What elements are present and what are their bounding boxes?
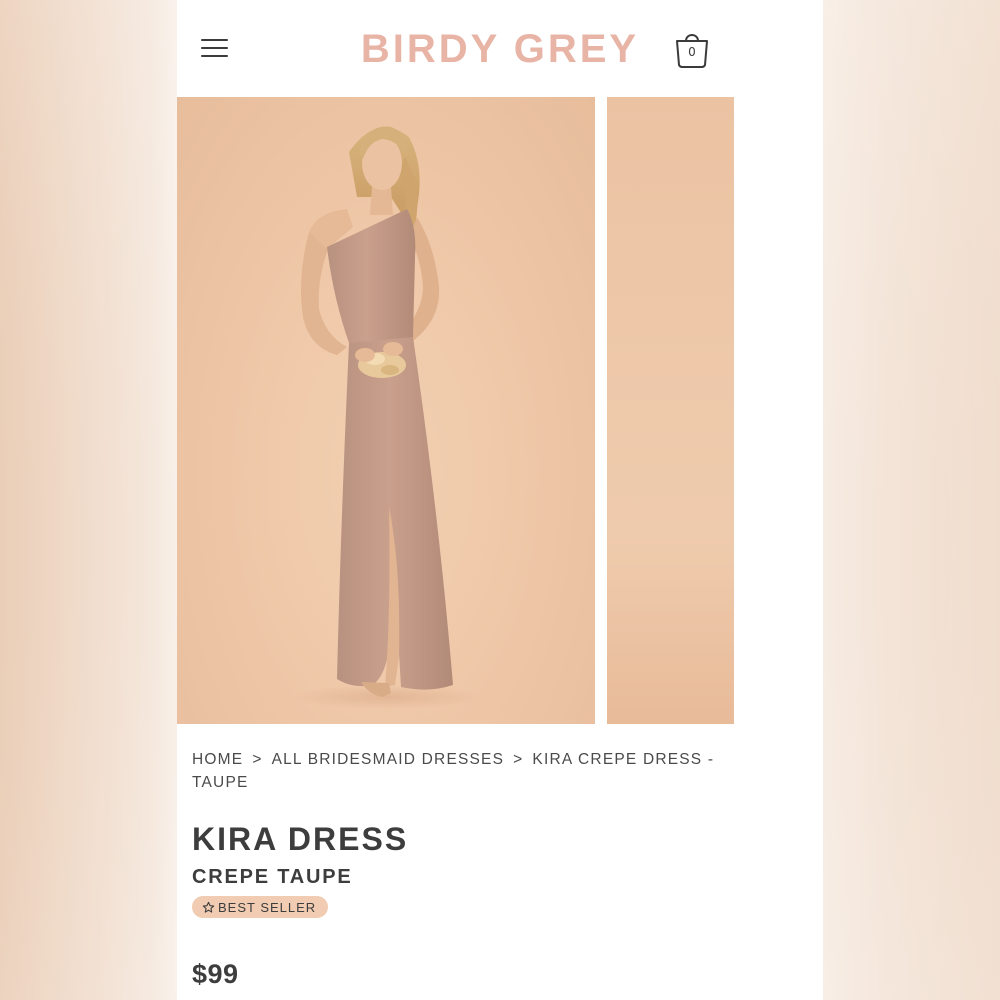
product-price: $99: [192, 959, 239, 989]
best-seller-badge: BEST SELLER: [192, 896, 329, 918]
breadcrumb-all-bridesmaid-dresses[interactable]: ALL BRIDESMAID DRESSES: [272, 751, 505, 768]
product-title: KIRA DRESS: [192, 821, 409, 857]
breadcrumb-separator: >: [513, 751, 524, 768]
star-outline-icon: [202, 901, 215, 914]
breadcrumb-separator: >: [252, 751, 263, 768]
model-photo-front: [292, 126, 482, 709]
site-header: BIRDY GREY 0: [177, 0, 823, 97]
product-photo-main[interactable]: [177, 97, 595, 724]
breadcrumb: HOME > ALL BRIDESMAID DRESSES > KIRA CREPE D…: [192, 748, 732, 794]
cart-button[interactable]: 0: [672, 28, 712, 70]
product-color-name: CREPE TAUPE: [192, 866, 353, 888]
brand-logo[interactable]: BIRDY GREY: [177, 25, 823, 73]
cart-count: 0: [688, 45, 696, 59]
product-image-gallery[interactable]: [177, 97, 823, 724]
breadcrumb-home[interactable]: HOME: [192, 751, 243, 768]
product-page: BIRDY GREY 0 HOME > ALL BRIDESMAID DRESS…: [177, 0, 823, 1000]
model-photo-side[interactable]: [607, 97, 734, 724]
badge-label: BEST SELLER: [218, 899, 317, 915]
